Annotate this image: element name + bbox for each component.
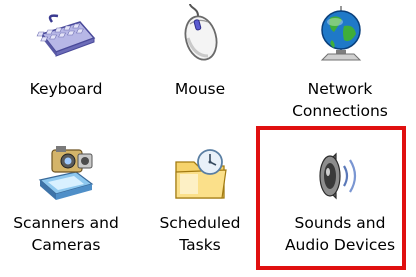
- highlight-box: [256, 126, 406, 270]
- scheduled-tasks-folder-icon: [168, 144, 232, 208]
- item-label: Keyboard: [29, 80, 103, 98]
- control-panel-item-mouse[interactable]: Mouse: [134, 0, 266, 100]
- control-panel-item-keyboard[interactable]: Keyboard: [0, 0, 132, 100]
- scanner-camera-icon: [34, 144, 98, 208]
- item-label: Scanners and Cameras: [13, 214, 119, 254]
- control-panel-item-scanners-and-cameras[interactable]: Scanners and Cameras: [0, 138, 132, 256]
- item-label: Mouse: [174, 80, 226, 98]
- control-panel-item-network-connections[interactable]: Network Connections: [274, 0, 406, 122]
- item-label: Scheduled Tasks: [159, 214, 241, 254]
- mouse-icon: [168, 4, 232, 68]
- keyboard-icon: [34, 4, 98, 68]
- item-label: Network Connections: [292, 80, 388, 120]
- control-panel-item-scheduled-tasks[interactable]: Scheduled Tasks: [134, 138, 266, 256]
- network-globe-icon: [308, 4, 372, 68]
